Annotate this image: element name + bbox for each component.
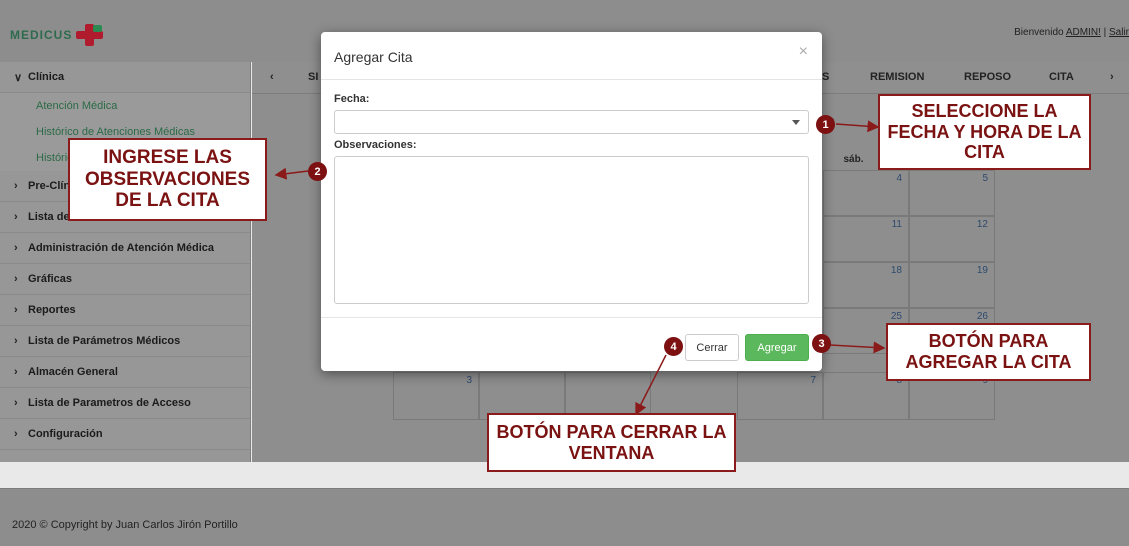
- tab-next-icon[interactable]: ›: [1110, 71, 1114, 83]
- logo[interactable]: MEDICUS: [10, 24, 120, 46]
- sidebar-item-administracion[interactable]: › Administración de Atención Médica: [0, 233, 250, 264]
- observations-textarea[interactable]: [334, 156, 809, 304]
- callout-date-time: SELECCIONE LA FECHA Y HORA DE LA CITA: [878, 94, 1091, 170]
- sidebar-item-parametros-medicos[interactable]: › Lista de Parámetros Médicos: [0, 326, 250, 357]
- calendar-day[interactable]: 18: [823, 262, 909, 308]
- sidebar-item-configuracion[interactable]: › Configuración: [0, 419, 250, 450]
- calendar-day[interactable]: 11: [823, 216, 909, 262]
- footer: 2020 © Copyright by Juan Carlos Jirón Po…: [0, 488, 1129, 546]
- observaciones-label: Observaciones:: [334, 139, 417, 151]
- calendar-day[interactable]: 3: [393, 372, 479, 420]
- step-marker-4: 4: [664, 337, 683, 356]
- medical-cross-icon: [75, 24, 105, 46]
- calendar-day[interactable]: 5: [909, 170, 995, 216]
- sidebar: ∨ Clínica Atención Médica Histórico de A…: [0, 62, 251, 462]
- callout-observations: INGRESE LAS OBSERVACIONES DE LA CITA: [68, 138, 267, 221]
- chevron-right-icon: ›: [14, 273, 18, 285]
- tab-remision[interactable]: REMISION: [870, 71, 924, 83]
- chevron-right-icon: ›: [14, 242, 18, 254]
- callout-close-button: BOTÓN PARA CERRAR LA VENTANA: [487, 413, 736, 472]
- tab-cita[interactable]: CITA: [1049, 71, 1074, 83]
- tab-reposo[interactable]: REPOSO: [964, 71, 1011, 83]
- chevron-right-icon: ›: [14, 304, 18, 316]
- chevron-right-icon: ›: [14, 335, 18, 347]
- sidebar-item-clinica[interactable]: ∨ Clínica: [0, 62, 250, 93]
- chevron-right-icon: ›: [14, 180, 18, 192]
- cerrar-button[interactable]: Cerrar: [685, 334, 739, 361]
- sidebar-item-reportes[interactable]: › Reportes: [0, 295, 250, 326]
- welcome-text: Bienvenido ADMIN! | Salir: [1014, 27, 1129, 38]
- chevron-right-icon: ›: [14, 366, 18, 378]
- chevron-down-icon: ∨: [14, 71, 23, 84]
- calendar-day[interactable]: 7: [737, 372, 823, 420]
- footer-copyright: 2020 © Copyright by Juan Carlos Jirón Po…: [12, 519, 238, 531]
- tab-prev-icon[interactable]: ‹: [270, 71, 274, 83]
- agregar-button[interactable]: Agregar: [745, 334, 809, 361]
- add-appointment-modal: Agregar Cita × Fecha: Observaciones: Cer…: [321, 32, 822, 371]
- step-marker-2: 2: [308, 162, 327, 181]
- logo-text: MEDICUS: [10, 28, 73, 42]
- chevron-right-icon: ›: [14, 211, 18, 223]
- sidebar-item-graficas[interactable]: › Gráficas: [0, 264, 250, 295]
- calendar-day[interactable]: 19: [909, 262, 995, 308]
- calendar-day[interactable]: 4: [823, 170, 909, 216]
- modal-title: Agregar Cita: [334, 49, 413, 65]
- tab-si[interactable]: SI: [308, 71, 318, 83]
- modal-footer: Cerrar Agregar: [321, 317, 822, 371]
- user-name: ADMIN!: [1065, 27, 1101, 38]
- sidebar-item-almacen[interactable]: › Almacén General: [0, 357, 250, 388]
- logout-link[interactable]: Salir: [1109, 27, 1129, 38]
- callout-add-button: BOTÓN PARA AGREGAR LA CITA: [886, 323, 1091, 381]
- chevron-right-icon: ›: [14, 428, 18, 440]
- chevron-down-icon[interactable]: [792, 120, 800, 125]
- modal-header: Agregar Cita ×: [321, 32, 822, 80]
- tab-s[interactable]: S: [822, 71, 829, 83]
- step-marker-3: 3: [812, 334, 831, 353]
- step-marker-1: 1: [816, 115, 835, 134]
- calendar-day[interactable]: 12: [909, 216, 995, 262]
- sidebar-subitem-atencion-medica[interactable]: Atención Médica: [0, 93, 250, 119]
- fecha-label: Fecha:: [334, 93, 370, 105]
- chevron-right-icon: ›: [14, 397, 18, 409]
- close-icon[interactable]: ×: [799, 43, 808, 61]
- sidebar-item-parametros-acceso[interactable]: › Lista de Parametros de Acceso: [0, 388, 250, 419]
- date-field[interactable]: [334, 110, 809, 134]
